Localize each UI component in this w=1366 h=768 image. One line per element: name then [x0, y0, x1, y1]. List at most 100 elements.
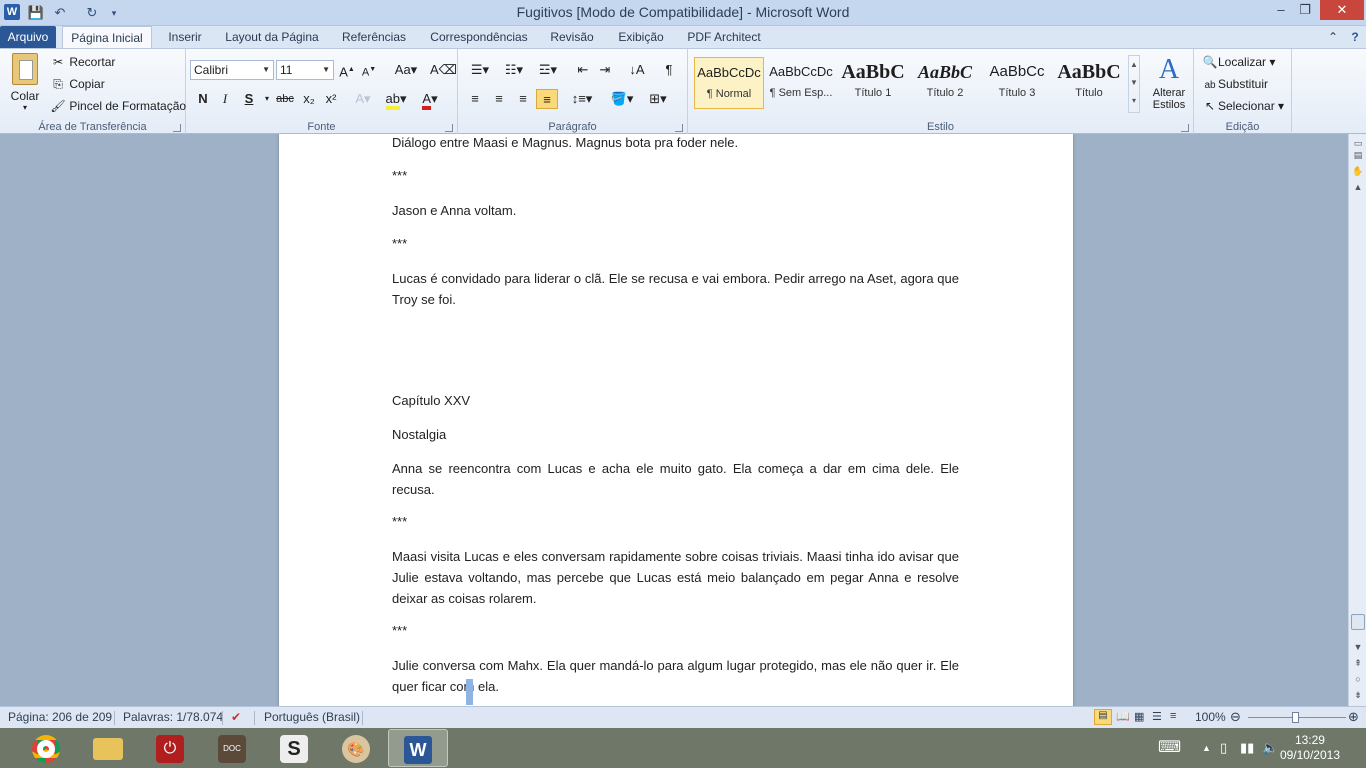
text-effects-icon[interactable]: A▾ — [352, 89, 374, 109]
proofing-icon[interactable]: ✔ — [231, 710, 241, 724]
tab-pdf-architect[interactable]: PDF Architect — [682, 26, 766, 48]
align-center-icon[interactable]: ≡ — [488, 89, 510, 109]
maximize-button[interactable]: ❐ — [1290, 0, 1320, 20]
sort-icon[interactable]: ↓A — [626, 60, 648, 80]
replace-button[interactable]: ab Substituir — [1202, 77, 1268, 91]
scroll-down-icon[interactable]: ▼ — [1351, 640, 1365, 654]
style-titulo-1[interactable]: AaBbC Título 1 — [838, 57, 908, 109]
print-layout-view-icon[interactable]: ▤ — [1094, 709, 1112, 725]
paste-button[interactable]: Colar ▾ — [6, 53, 44, 112]
dialog-launcher-icon[interactable] — [1181, 124, 1189, 132]
document-paragraph[interactable]: Capítulo XXV — [392, 390, 959, 411]
line-spacing-icon[interactable]: ↕≡▾ — [568, 89, 596, 109]
increase-indent-icon[interactable]: ⇥ — [594, 60, 616, 80]
document-paragraph[interactable]: Diálogo entre Maasi e Magnus. Magnus bot… — [392, 134, 959, 153]
multilevel-list-icon[interactable]: ☲▾ — [534, 60, 562, 80]
borders-icon[interactable]: ⊞▾ — [644, 89, 672, 109]
document-paragraph[interactable]: Lucas é convidado para liderar o clã. El… — [392, 268, 959, 310]
document-paragraph[interactable]: Anna se reencontra com Lucas e acha ele … — [392, 458, 959, 500]
tab-revisao[interactable]: Revisão — [546, 26, 598, 48]
document-paragraph[interactable]: *** — [392, 511, 959, 532]
select-browse-object-icon[interactable]: ○ — [1351, 672, 1365, 686]
zoom-out-icon[interactable]: ⊖ — [1230, 709, 1241, 725]
zoom-slider-thumb[interactable] — [1292, 712, 1299, 723]
full-screen-reading-icon[interactable]: 📖 — [1116, 710, 1130, 723]
font-size-select[interactable]: 11 ▼ — [276, 60, 334, 80]
justify-icon[interactable]: ≡ — [536, 89, 558, 109]
font-color-icon[interactable]: A▾ — [416, 89, 444, 110]
scrollbar-thumb[interactable] — [1351, 614, 1365, 630]
previous-page-icon[interactable]: ⇞ — [1351, 656, 1365, 670]
document-paragraph[interactable]: *** — [392, 620, 959, 641]
font-name-select[interactable]: Calibri ▼ — [190, 60, 274, 80]
decrease-indent-icon[interactable]: ⇤ — [572, 60, 594, 80]
bold-button[interactable]: N — [192, 89, 214, 109]
tab-arquivo[interactable]: Arquivo — [0, 26, 56, 48]
show-formatting-marks-icon[interactable]: ¶ — [658, 60, 680, 80]
style-normal[interactable]: AaBbCcDc ¶ Normal — [694, 57, 764, 109]
zoom-in-icon[interactable]: ⊕ — [1348, 709, 1359, 725]
find-button[interactable]: 🔍Localizar ▾ — [1202, 55, 1276, 69]
ribbon-minimize-icon[interactable]: ⌃ — [1324, 26, 1342, 48]
help-icon[interactable]: ? — [1346, 26, 1364, 48]
document-area[interactable]: Diálogo entre Maasi e Magnus. Magnus bot… — [0, 134, 1348, 706]
document-paragraph[interactable]: Jason e Anna voltam. — [392, 200, 959, 221]
paint-taskbar-button[interactable]: 🎨 — [326, 729, 386, 767]
shrink-font-icon[interactable]: A▼ — [358, 60, 380, 80]
tab-layout-da-pagina[interactable]: Layout da Página — [222, 26, 322, 48]
clear-formatting-icon[interactable]: A⌫ — [430, 60, 457, 80]
document-page[interactable]: Diálogo entre Maasi e Magnus. Magnus bot… — [279, 134, 1073, 706]
format-painter-button[interactable]: 🖌 Pincel de Formatação — [50, 99, 186, 113]
scrivener-taskbar-button[interactable]: S — [264, 729, 324, 767]
document-paragraph[interactable]: *** — [392, 233, 959, 254]
vertical-scrollbar[interactable]: ▭ ▤ ✋ ▲ ▼ ⇞ ○ ⇟ — [1348, 134, 1366, 706]
style-titulo-2[interactable]: AaBbC Título 2 — [910, 57, 980, 109]
show-hidden-icons-icon[interactable]: ▲ — [1202, 743, 1211, 753]
hand-icon[interactable]: ✋ — [1351, 164, 1365, 178]
word-taskbar-button[interactable]: W — [388, 729, 448, 767]
change-styles-button[interactable]: A Alterar Estilos — [1146, 53, 1192, 111]
document-paragraph[interactable]: Nostalgia — [392, 424, 959, 445]
chrome-taskbar-button[interactable] — [16, 729, 76, 767]
document-paragraph[interactable]: Julie conversa com Mahx. Ela quer mandá-… — [392, 655, 959, 697]
styles-scroll[interactable]: ▲ ▼ ▾ — [1128, 55, 1140, 113]
dialog-launcher-icon[interactable] — [173, 124, 181, 132]
select-button[interactable]: ↖ Selecionar ▾ — [1202, 99, 1284, 113]
superscript-button[interactable]: x² — [320, 89, 342, 109]
numbering-icon[interactable]: ☷▾ — [500, 60, 528, 80]
tab-inserir[interactable]: Inserir — [162, 26, 208, 48]
explorer-taskbar-button[interactable] — [78, 729, 138, 767]
tab-referencias[interactable]: Referências — [336, 26, 412, 48]
dialog-launcher-icon[interactable] — [445, 124, 453, 132]
language-status[interactable]: Português (Brasil) — [264, 710, 360, 724]
document-paragraph[interactable]: Maasi visita Lucas e eles conversam rapi… — [392, 546, 959, 609]
align-left-icon[interactable]: ≡ — [464, 89, 486, 109]
dialog-launcher-icon[interactable] — [675, 124, 683, 132]
style-titulo-3[interactable]: AaBbCc Título 3 — [982, 57, 1052, 109]
document-paragraph[interactable]: *** — [392, 165, 959, 186]
grow-font-icon[interactable]: A▲ — [336, 60, 358, 80]
doc-converter-taskbar-button[interactable]: DOC — [202, 729, 262, 767]
bullets-icon[interactable]: ☰▾ — [466, 60, 494, 80]
word-count-status[interactable]: Palavras: 1/78.074 — [123, 710, 223, 724]
scroll-up-icon[interactable]: ▲ — [1351, 180, 1365, 194]
power-taskbar-button[interactable]: ⏻ — [140, 729, 200, 767]
zoom-level[interactable]: 100% — [1195, 710, 1226, 724]
italic-button[interactable]: I — [214, 89, 236, 109]
clock[interactable]: 13:29 09/10/2013 — [1280, 733, 1340, 763]
close-button[interactable]: ✕ — [1320, 0, 1364, 20]
align-right-icon[interactable]: ≡ — [512, 89, 534, 109]
web-layout-icon[interactable]: ▦ — [1134, 710, 1144, 723]
view-options-icon[interactable]: ▤ — [1351, 148, 1365, 162]
copy-button[interactable]: ⎘ Copiar — [50, 77, 105, 92]
shading-icon[interactable]: 🪣▾ — [608, 89, 636, 109]
subscript-button[interactable]: x₂ — [298, 89, 320, 109]
cut-button[interactable]: ✂ Recortar — [50, 55, 115, 69]
outline-view-icon[interactable]: ☰ — [1152, 710, 1162, 723]
page-count-status[interactable]: Página: 206 de 209 — [8, 710, 112, 724]
style-titulo[interactable]: AaBbC Título — [1054, 57, 1124, 109]
tab-exibicao[interactable]: Exibição — [612, 26, 670, 48]
draft-view-icon[interactable]: ≡ — [1170, 710, 1176, 722]
volume-icon[interactable]: 🔈 — [1262, 740, 1278, 756]
tab-correspondencias[interactable]: Correspondências — [424, 26, 534, 48]
